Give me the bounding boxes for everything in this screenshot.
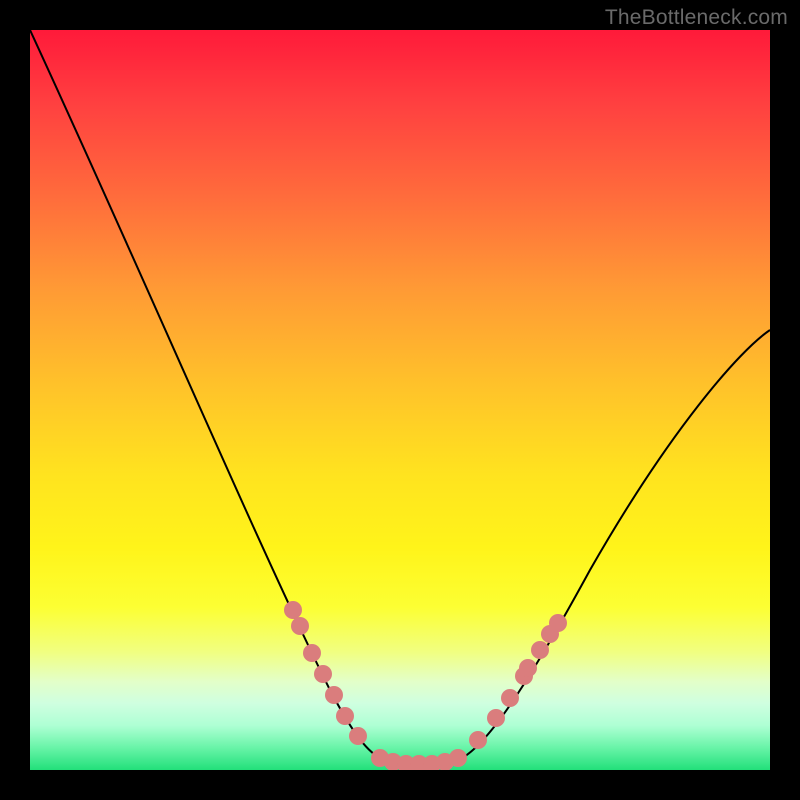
data-marker [336, 707, 354, 725]
data-marker [531, 641, 549, 659]
data-marker [284, 601, 302, 619]
data-marker [449, 749, 467, 767]
watermark-text: TheBottleneck.com [605, 6, 788, 30]
data-marker [519, 659, 537, 677]
data-marker [325, 686, 343, 704]
data-marker [549, 614, 567, 632]
data-marker [303, 644, 321, 662]
data-marker [487, 709, 505, 727]
chart-svg [30, 30, 770, 770]
data-marker [469, 731, 487, 749]
bottleneck-curve [30, 30, 770, 765]
chart-frame: TheBottleneck.com [0, 0, 800, 800]
data-markers [284, 601, 567, 770]
data-marker [314, 665, 332, 683]
plot-area [30, 30, 770, 770]
data-marker [291, 617, 309, 635]
data-marker [501, 689, 519, 707]
data-marker [349, 727, 367, 745]
